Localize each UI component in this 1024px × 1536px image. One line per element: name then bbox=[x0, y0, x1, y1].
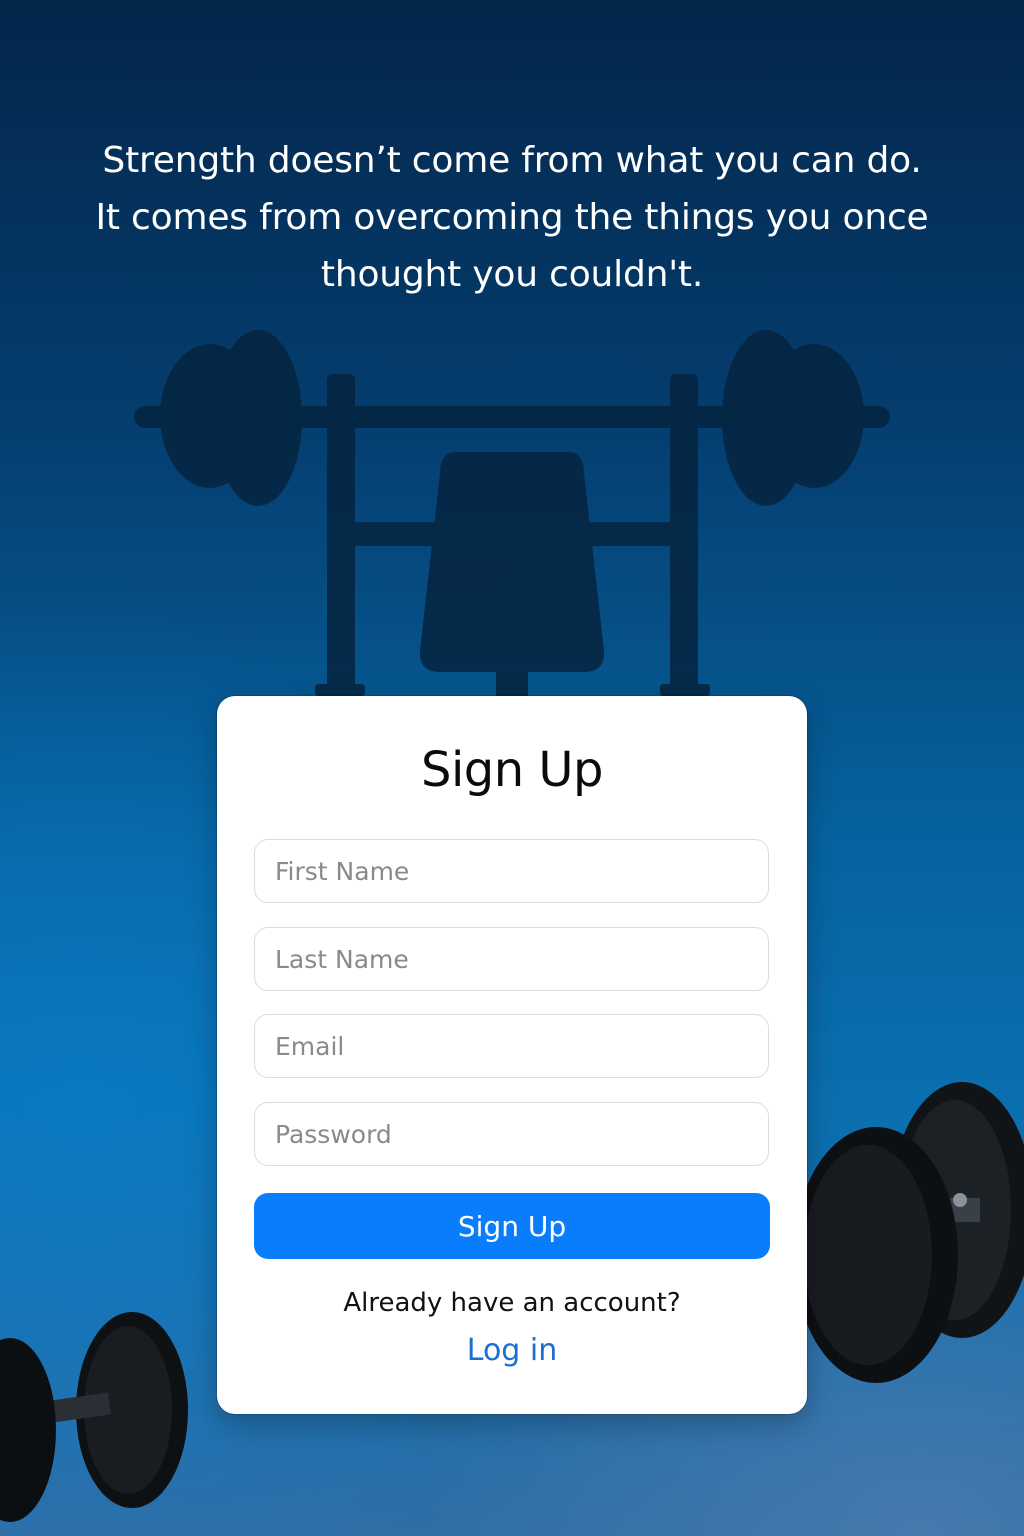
motivational-quote: Strength doesn’t come from what you can … bbox=[62, 132, 962, 303]
dumbbell-icon bbox=[794, 1082, 1024, 1383]
signup-title: Sign Up bbox=[420, 742, 604, 798]
first-name-input[interactable] bbox=[254, 839, 769, 903]
password-input[interactable] bbox=[254, 1102, 769, 1166]
email-input[interactable] bbox=[254, 1014, 769, 1078]
quote-line-3: thought you couldn't. bbox=[320, 254, 704, 295]
quote-line-1: Strength doesn’t come from what you can … bbox=[102, 140, 922, 181]
signup-card: Sign Up Sign Up Already have an account?… bbox=[217, 696, 807, 1414]
already-have-account-text: Already have an account? bbox=[343, 1288, 681, 1318]
dumbbell-icon bbox=[0, 1312, 188, 1522]
bench-press-icon bbox=[134, 330, 890, 700]
last-name-input[interactable] bbox=[254, 927, 769, 991]
login-link[interactable]: Log in bbox=[217, 1333, 807, 1368]
signup-button[interactable]: Sign Up bbox=[254, 1193, 770, 1259]
quote-line-2: It comes from overcoming the things you … bbox=[95, 197, 929, 238]
